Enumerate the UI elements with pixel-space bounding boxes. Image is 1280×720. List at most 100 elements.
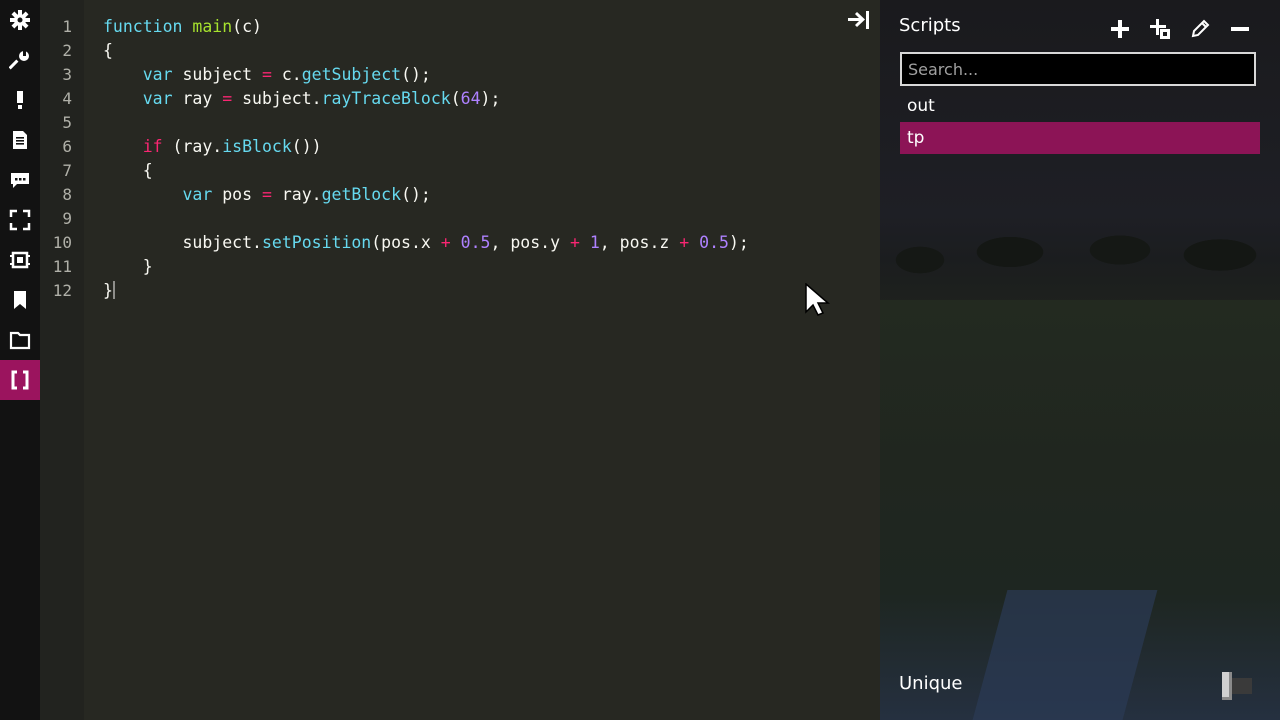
number: 64 — [460, 89, 481, 108]
code-editor[interactable]: 1 2 3 4 5 6 7 8 9 10 11 12 function main… — [40, 0, 880, 720]
keyword: function — [103, 17, 183, 36]
brackets-icon[interactable] — [0, 360, 40, 400]
code-text: pos — [212, 185, 262, 204]
line-number: 11 — [52, 257, 72, 276]
code-text: ( — [450, 89, 461, 108]
operator: + — [569, 233, 580, 252]
code-text: (); — [401, 65, 431, 84]
unique-toggle[interactable] — [1222, 672, 1254, 700]
method-name: getBlock — [321, 185, 402, 204]
code-line[interactable]: function main(c) — [103, 15, 262, 39]
keyword: if — [142, 137, 163, 156]
line-number: 4 — [62, 89, 72, 108]
line-number: 9 — [62, 209, 72, 228]
line-number: 6 — [62, 137, 72, 156]
line-number: 1 — [62, 17, 72, 36]
code-text: subject. — [182, 233, 262, 252]
method-name: isBlock — [222, 137, 292, 156]
code-text: ); — [728, 233, 749, 252]
code-line[interactable]: } — [103, 255, 153, 279]
toggle-knob[interactable] — [1222, 672, 1232, 700]
code-text: (); — [401, 185, 431, 204]
line-number: 2 — [62, 41, 72, 60]
code-line[interactable]: var ray = subject.rayTraceBlock(64); — [103, 87, 501, 111]
unique-label: Unique — [899, 673, 963, 694]
code-text: { — [142, 161, 153, 180]
line-number: 10 — [52, 233, 72, 252]
fullscreen-icon[interactable] — [0, 200, 40, 240]
code-text: c. — [271, 65, 302, 84]
wrench-icon[interactable] — [0, 40, 40, 80]
operator: + — [679, 233, 690, 252]
operator: = — [261, 185, 272, 204]
panel-title: Scripts — [899, 15, 961, 36]
number: 1 — [589, 233, 600, 252]
code-text: ray — [172, 89, 223, 108]
keyword: var — [182, 185, 213, 204]
scripts-panel: Scripts out tp Unique — [880, 0, 1280, 720]
code-line[interactable]: if (ray.isBlock()) — [103, 135, 322, 159]
code-line[interactable]: subject.setPosition(pos.x + 0.5, pos.y +… — [103, 231, 749, 255]
keyword: var — [142, 65, 173, 84]
chat-icon[interactable] — [0, 160, 40, 200]
code-text: subject. — [232, 89, 322, 108]
code-text: } — [142, 257, 153, 276]
method-name: setPosition — [261, 233, 372, 252]
text-caret — [112, 281, 115, 299]
method-name: getSubject — [301, 65, 402, 84]
chip-icon[interactable] — [0, 240, 40, 280]
duplicate-icon[interactable] — [1147, 16, 1173, 42]
plus-icon[interactable] — [1107, 16, 1133, 42]
line-number: 8 — [62, 185, 72, 204]
keyword: var — [142, 89, 173, 108]
operator: = — [222, 89, 233, 108]
exclamation-icon[interactable] — [0, 80, 40, 120]
left-toolbar — [0, 0, 40, 720]
method-name: rayTraceBlock — [321, 89, 451, 108]
pencil-icon[interactable] — [1187, 16, 1213, 42]
gear-icon[interactable] — [0, 0, 40, 40]
code-line[interactable]: var pos = ray.getBlock(); — [103, 183, 431, 207]
function-name: main — [192, 17, 233, 36]
number: 0.5 — [460, 233, 491, 252]
code-text: subject — [172, 65, 262, 84]
document-icon[interactable] — [0, 120, 40, 160]
line-number: 3 — [62, 65, 72, 84]
code-line[interactable]: { — [103, 39, 113, 63]
collapse-panel-icon[interactable] — [846, 8, 872, 32]
code-text: ray. — [271, 185, 322, 204]
code-line[interactable]: } — [103, 279, 115, 303]
operator: = — [261, 65, 272, 84]
code-line[interactable]: var subject = c.getSubject(); — [103, 63, 431, 87]
code-text: (pos.x — [371, 233, 441, 252]
bookmark-icon[interactable] — [0, 280, 40, 320]
code-text: ); — [480, 89, 501, 108]
code-text: ()) — [291, 137, 322, 156]
mouse-cursor-icon — [804, 282, 831, 317]
code-line[interactable]: { — [103, 159, 153, 183]
line-number: 12 — [52, 281, 72, 300]
number: 0.5 — [699, 233, 729, 252]
code-text: , pos.z — [599, 233, 680, 252]
minus-icon[interactable] — [1227, 16, 1253, 42]
code-text: , pos.y — [490, 233, 570, 252]
code-text: (ray. — [162, 137, 223, 156]
code-text: (c) — [232, 17, 262, 36]
script-item-tp[interactable]: tp — [900, 122, 1260, 154]
operator: + — [440, 233, 451, 252]
search-input[interactable] — [900, 52, 1256, 86]
folder-icon[interactable] — [0, 320, 40, 360]
line-number: 5 — [62, 113, 72, 132]
script-item-out[interactable]: out — [900, 90, 1260, 122]
